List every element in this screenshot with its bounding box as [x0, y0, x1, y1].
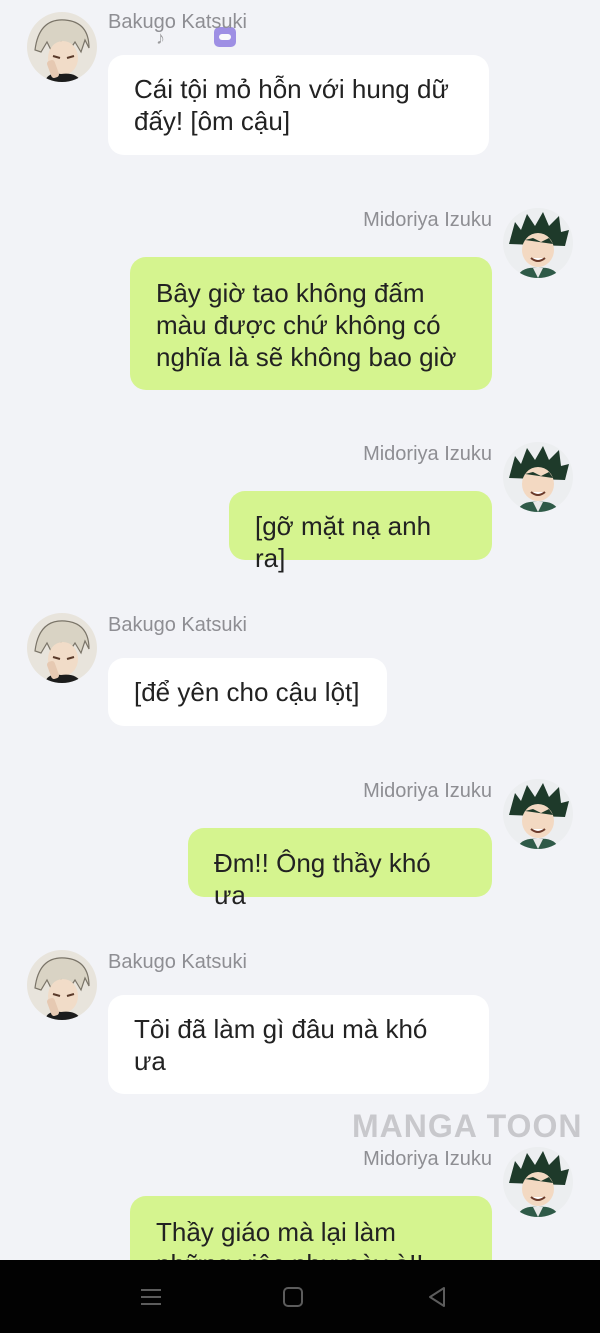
- avatar-midoriya[interactable]: [503, 208, 573, 278]
- avatar-bakugo[interactable]: [27, 613, 97, 683]
- message-bubble[interactable]: Tôi đã làm gì đâu mà khó ưa: [108, 995, 489, 1094]
- message-line: những việc như này à!! Tôi: [156, 1248, 466, 1260]
- avatar-bakugo[interactable]: [27, 950, 97, 1020]
- message-bubble[interactable]: Cái tội mỏ hỗn với hung dữ đấy! [ôm cậu]: [108, 55, 489, 155]
- message-bubble[interactable]: Bây giờ tao không đấm màu được chứ không…: [130, 257, 492, 390]
- sender-name: Midoriya Izuku: [363, 209, 492, 231]
- message-line: Cái tội mỏ hỗn với hung dữ: [134, 74, 449, 104]
- message-line: [gỡ mặt nạ anh ra]: [255, 511, 432, 573]
- message-line: Bây giờ tao không đấm: [156, 278, 425, 308]
- sender-name: Bakugo Katsuki: [108, 614, 247, 636]
- message-bubble[interactable]: Thầy giáo mà lại làm những việc như này …: [130, 1196, 492, 1260]
- avatar-midoriya[interactable]: [503, 442, 573, 512]
- message-line: Tôi đã làm gì đâu mà khó: [134, 1014, 428, 1044]
- message-bubble[interactable]: Đm!! Ông thầy khó ưa: [188, 828, 492, 910]
- navigation-bar: [0, 1260, 600, 1333]
- watermark: MANGA TOON: [352, 1108, 583, 1144]
- chat-area[interactable]: ♪ Bakugo Katsuki Cái tội mỏ hỗn với hung…: [0, 0, 600, 1260]
- back-icon[interactable]: [422, 1282, 452, 1312]
- message-bubble[interactable]: [để yên cho cậu lột]: [108, 658, 387, 726]
- sender-name: Midoriya Izuku: [363, 443, 492, 465]
- avatar-midoriya[interactable]: [503, 1147, 573, 1217]
- message-line: Đm!! Ông thầy khó ưa: [214, 848, 431, 910]
- message-line: đấy! [ôm cậu]: [134, 106, 291, 136]
- menu-icon[interactable]: [136, 1282, 166, 1312]
- sender-name: Bakugo Katsuki: [108, 951, 247, 973]
- avatar-bakugo[interactable]: [27, 12, 97, 82]
- sender-name: Midoriya Izuku: [363, 1148, 492, 1170]
- home-icon[interactable]: [278, 1282, 308, 1312]
- message-line: ưa: [134, 1046, 166, 1076]
- message-line: [để yên cho cậu lột]: [134, 677, 360, 707]
- sender-name: Midoriya Izuku: [363, 780, 492, 802]
- message-line: nghĩa là sẽ không bao giờ: [156, 342, 457, 372]
- message-line: màu được chứ không có: [156, 310, 441, 340]
- message-line: Thầy giáo mà lại làm: [156, 1217, 396, 1247]
- avatar-midoriya[interactable]: [503, 779, 573, 849]
- sender-name: Bakugo Katsuki: [108, 11, 247, 33]
- message-bubble[interactable]: [gỡ mặt nạ anh ra]: [229, 491, 492, 573]
